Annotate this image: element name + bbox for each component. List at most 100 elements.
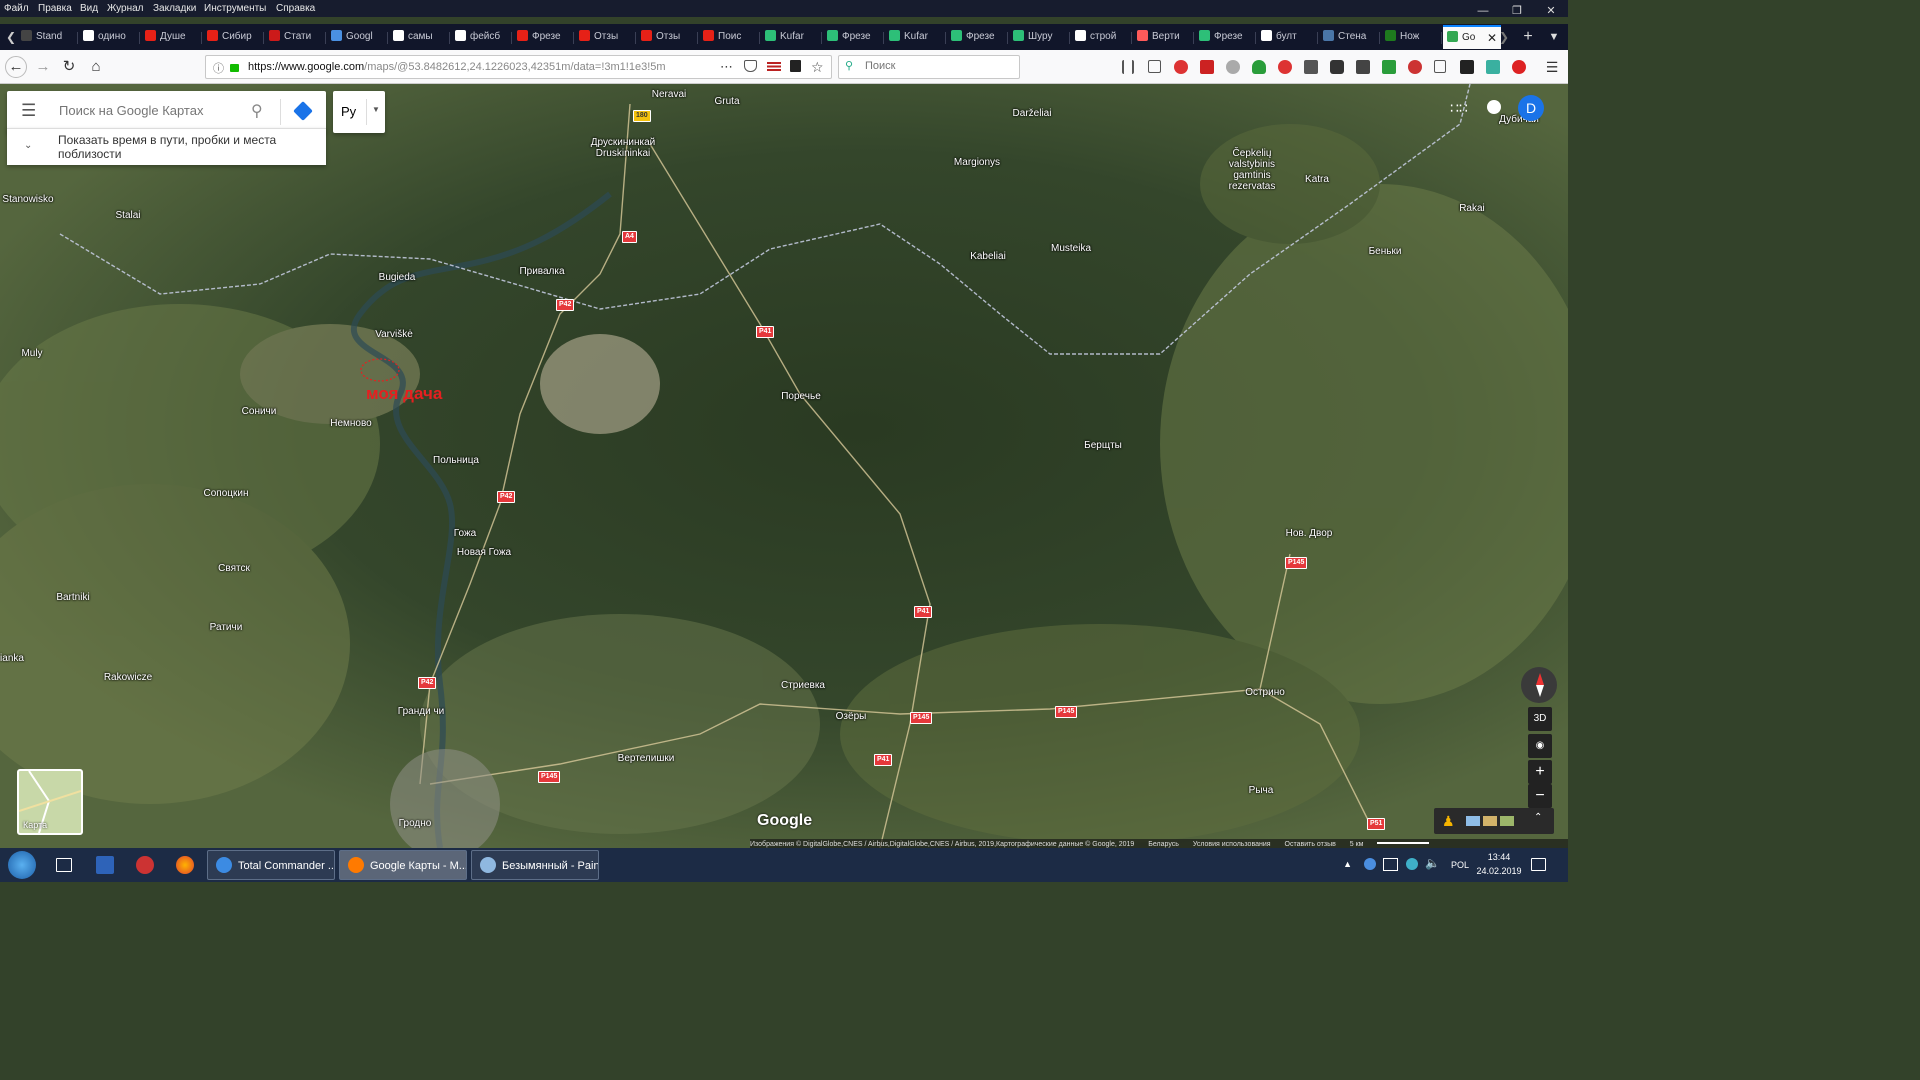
close-window-icon[interactable]: ✕: [1534, 0, 1568, 24]
browser-tab[interactable]: Фрезе: [1195, 26, 1255, 48]
pegman-icon[interactable]: ♟: [1442, 813, 1455, 830]
extension-box-icon[interactable]: [1356, 60, 1370, 74]
hamburger-menu-icon[interactable]: ☰: [1541, 56, 1563, 78]
scale-label[interactable]: 5 км: [1350, 841, 1364, 848]
imagery-thumb-icon[interactable]: [1466, 816, 1480, 826]
place-label[interactable]: Musteika: [1051, 243, 1091, 254]
search-input[interactable]: [863, 59, 1007, 73]
page-actions-icon[interactable]: ⋯: [720, 56, 733, 78]
place-label[interactable]: Stalai: [115, 210, 140, 221]
menu-view[interactable]: Вид: [80, 3, 98, 14]
search-icon[interactable]: ⚲: [251, 101, 263, 121]
apps-grid-icon[interactable]: ∷∷: [1450, 101, 1468, 115]
clock-date[interactable]: 24.02.2019: [1474, 866, 1524, 876]
place-label[interactable]: Margionys: [954, 157, 1000, 168]
tray-app-icon[interactable]: [1364, 858, 1376, 870]
browser-tab[interactable]: самы: [389, 26, 449, 48]
browser-tab[interactable]: одино: [79, 26, 139, 48]
bookmark-extension-icon[interactable]: [1434, 60, 1446, 73]
lock-icon[interactable]: [230, 64, 239, 72]
notifications-bell-icon[interactable]: [1487, 100, 1501, 114]
screenshot-extension-icon[interactable]: [1486, 60, 1500, 74]
my-location-icon[interactable]: ◉: [1528, 734, 1552, 758]
hamburger-menu-icon[interactable]: ☰: [21, 101, 36, 121]
search-engine-icon[interactable]: ⚲: [845, 59, 853, 72]
menu-help[interactable]: Справка: [276, 3, 315, 14]
browser-tab[interactable]: Сибир: [203, 26, 263, 48]
input-language[interactable]: POL: [1451, 860, 1469, 870]
search-bar[interactable]: ⚲: [838, 55, 1020, 79]
flag-us-icon[interactable]: [767, 62, 781, 71]
place-label[interactable]: Стриевка: [781, 680, 825, 691]
opera-style-icon[interactable]: [1512, 60, 1526, 74]
account-avatar[interactable]: D: [1518, 95, 1544, 121]
place-label[interactable]: Святск: [218, 563, 250, 574]
imagery-thumb-icon[interactable]: [1483, 816, 1497, 826]
network-icon[interactable]: [1383, 858, 1398, 871]
action-center-icon[interactable]: [1531, 858, 1546, 871]
place-label[interactable]: Новая Гожа: [457, 547, 511, 558]
place-label[interactable]: Bartniki: [56, 592, 89, 603]
counter-extension-icon[interactable]: [1330, 60, 1344, 74]
place-label[interactable]: Сопоцкин: [204, 488, 249, 499]
menu-tools[interactable]: Инструменты: [204, 3, 266, 14]
travel-info-panel[interactable]: ⌄ Показать время в пути, пробки и места …: [7, 128, 326, 165]
forward-arrow-icon[interactable]: →: [32, 56, 54, 78]
volume-icon[interactable]: 🔈: [1425, 856, 1440, 870]
browser-tab[interactable]: Душе: [141, 26, 201, 48]
place-label[interactable]: Соничи: [242, 406, 277, 417]
language-selector[interactable]: Ру ▼: [333, 91, 385, 133]
country-link[interactable]: Беларусь: [1148, 841, 1179, 848]
place-label[interactable]: Katra: [1305, 174, 1329, 185]
browser-tab[interactable]: Стена: [1319, 26, 1379, 48]
save-page-icon[interactable]: [790, 60, 801, 72]
sidebar-icon[interactable]: [1148, 60, 1161, 73]
place-label[interactable]: Рыча: [1249, 785, 1274, 796]
browser-tab[interactable]: Фрезе: [823, 26, 883, 48]
disk-extension-icon[interactable]: [1460, 60, 1474, 74]
place-label[interactable]: Нов. Двор: [1286, 528, 1333, 539]
place-label[interactable]: Гранди чи: [398, 706, 445, 717]
browser-tab[interactable]: Отзы: [637, 26, 697, 48]
place-label[interactable]: Čepkelių valstybinis gamtinis rezervatas: [1229, 148, 1276, 192]
info-icon[interactable]: ⓘ: [213, 60, 224, 76]
block-extension-icon[interactable]: [1278, 60, 1292, 74]
directions-icon[interactable]: [293, 101, 313, 121]
new-tab-icon[interactable]: +: [1517, 26, 1539, 48]
zoom-in-button[interactable]: +: [1528, 760, 1552, 784]
download-extension-icon[interactable]: [1382, 60, 1396, 74]
place-label[interactable]: Берщты: [1084, 440, 1122, 451]
browser-tab[interactable]: Стати: [265, 26, 325, 48]
pinned-app-icon[interactable]: [136, 856, 154, 874]
tray-app-icon[interactable]: [1406, 858, 1418, 870]
browser-tab[interactable]: Шуру: [1009, 26, 1069, 48]
place-label[interactable]: Немново: [330, 418, 372, 429]
place-label[interactable]: Привалка: [519, 266, 564, 277]
restore-icon[interactable]: ❐: [1500, 0, 1534, 24]
browser-tab[interactable]: Googl: [327, 26, 387, 48]
place-label[interactable]: Rakai: [1459, 203, 1485, 214]
menu-history[interactable]: Журнал: [107, 3, 144, 14]
place-label[interactable]: Друскининкай Druskininkai: [591, 137, 655, 159]
reload-icon[interactable]: ↻: [58, 56, 80, 78]
place-label[interactable]: Вертелишки: [618, 753, 675, 764]
adblock-icon[interactable]: [1174, 60, 1188, 74]
pinned-app-icon[interactable]: [96, 856, 114, 874]
browser-tab[interactable]: Kufar: [885, 26, 945, 48]
map-type-toggle[interactable]: Карта: [17, 769, 83, 835]
taskbar-button-paint[interactable]: Безымянный - Paint: [471, 850, 599, 880]
browser-tab[interactable]: Фрезе: [947, 26, 1007, 48]
menu-edit[interactable]: Правка: [38, 3, 72, 14]
bookmark-star-icon[interactable]: ☆: [811, 56, 824, 78]
home-icon[interactable]: ⌂: [85, 56, 107, 78]
shield-extension-icon[interactable]: [1252, 60, 1266, 74]
browser-tab[interactable]: Верти: [1133, 26, 1193, 48]
place-label[interactable]: Gruta: [714, 96, 739, 107]
browser-tab[interactable]: фейсб: [451, 26, 511, 48]
place-label[interactable]: Поречье: [781, 391, 821, 402]
clock-time[interactable]: 13:44: [1474, 852, 1524, 862]
place-label[interactable]: Гродно: [399, 818, 432, 829]
tabs-scroll-right-icon[interactable]: ❯: [1493, 26, 1515, 48]
menu-file[interactable]: Файл: [4, 3, 29, 14]
terms-link[interactable]: Условия использования: [1193, 841, 1271, 848]
